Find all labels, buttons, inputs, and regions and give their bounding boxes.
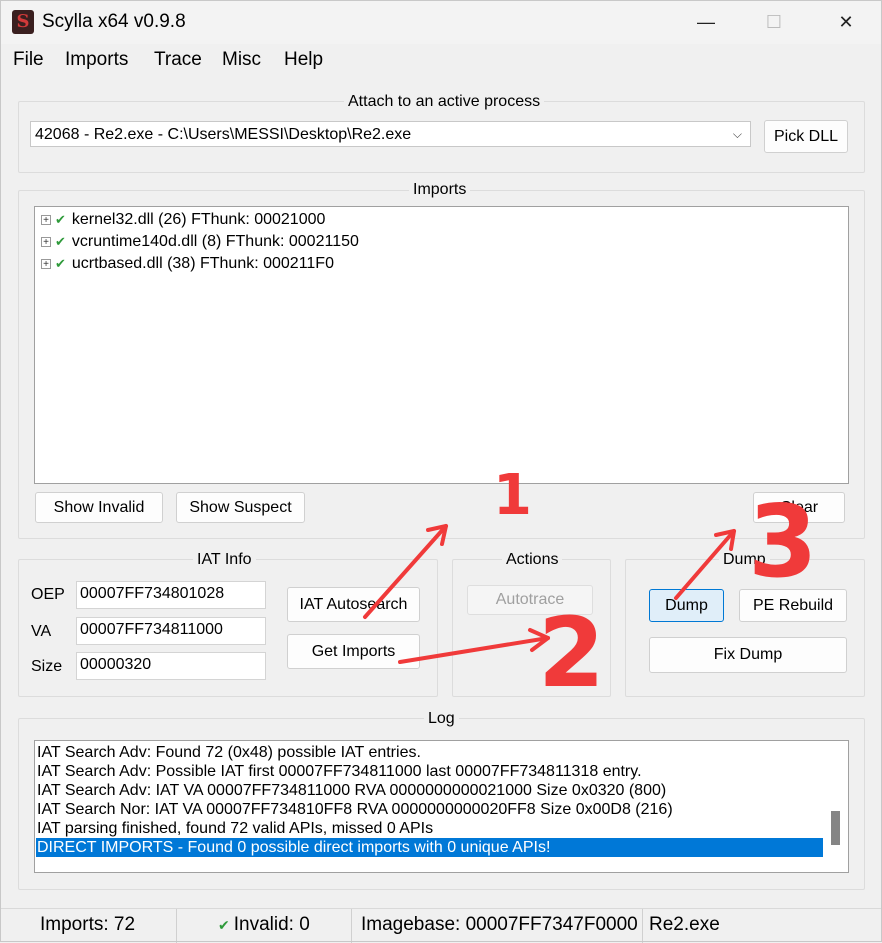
status-separator <box>351 909 352 943</box>
imports-tree[interactable]: + ✔ kernel32.dll (26) FThunk: 00021000 +… <box>34 206 849 484</box>
iat-autosearch-button[interactable]: IAT Autosearch <box>287 587 420 622</box>
expand-plus-icon[interactable]: + <box>41 237 51 248</box>
process-combobox-value: 42068 - Re2.exe - C:\Users\MESSI\Desktop… <box>35 126 412 143</box>
maximize-button[interactable]: ☐ <box>754 8 794 36</box>
valid-check-icon: ✔ <box>55 212 66 227</box>
log-line: IAT Search Adv: Possible IAT first 00007… <box>37 763 642 780</box>
expand-plus-icon[interactable]: + <box>41 215 51 226</box>
menu-file[interactable]: File <box>13 49 44 71</box>
autotrace-button[interactable]: Autotrace <box>467 585 593 615</box>
size-label: Size <box>31 658 63 675</box>
iat-info-group-title: IAT Info <box>193 551 256 569</box>
clear-button[interactable]: Clear <box>753 492 845 523</box>
expand-plus-icon[interactable]: + <box>41 259 51 270</box>
menu-bar: File Imports Trace Misc Help <box>0 44 882 76</box>
status-invalid: ✔ Invalid: 0 <box>218 914 310 936</box>
chevron-down-icon: ⌵ <box>732 127 742 141</box>
log-scrollbar[interactable] <box>824 741 848 872</box>
size-field[interactable]: 00000320 <box>76 652 266 680</box>
fix-dump-button[interactable]: Fix Dump <box>649 637 847 673</box>
log-line-selected[interactable]: DIRECT IMPORTS - Found 0 possible direct… <box>36 838 823 857</box>
status-bar: Imports: 72 ✔ Invalid: 0 Imagebase: 00007… <box>0 908 882 943</box>
dump-group-title: Dump <box>719 551 770 569</box>
show-invalid-button[interactable]: Show Invalid <box>35 492 163 523</box>
title-bar: S Scylla x64 v0.9.8 — ☐ ✕ <box>0 0 882 44</box>
scylla-app-icon: S <box>12 10 34 34</box>
actions-group-title: Actions <box>502 551 563 569</box>
valid-check-icon: ✔ <box>55 234 66 249</box>
minimize-button[interactable]: — <box>686 8 726 36</box>
attach-group-title: Attach to an active process <box>344 93 545 111</box>
log-list[interactable]: IAT Search Adv: Found 72 (0x48) possible… <box>34 740 849 873</box>
close-button[interactable]: ✕ <box>826 8 866 36</box>
tree-item-ucrtbased[interactable]: + ✔ ucrtbased.dll (38) FThunk: 000211F0 <box>41 253 334 275</box>
show-suspect-button[interactable]: Show Suspect <box>176 492 305 523</box>
status-module: Re2.exe <box>649 914 720 935</box>
status-separator <box>176 909 177 943</box>
log-line: IAT Search Nor: IAT VA 00007FF734810FF8 … <box>37 801 673 818</box>
get-imports-button[interactable]: Get Imports <box>287 634 420 669</box>
window-title: Scylla x64 v0.9.8 <box>42 11 186 32</box>
log-line: IAT parsing finished, found 72 valid API… <box>37 820 434 837</box>
tree-item-label: kernel32.dll (26) FThunk: 00021000 <box>71 211 326 228</box>
imports-group-title: Imports <box>409 181 471 199</box>
log-line: IAT Search Adv: Found 72 (0x48) possible… <box>37 744 421 761</box>
tree-item-vcruntime140d[interactable]: + ✔ vcruntime140d.dll (8) FThunk: 000211… <box>41 231 359 253</box>
log-line: IAT Search Adv: IAT VA 00007FF734811000 … <box>37 782 667 799</box>
tree-item-label: ucrtbased.dll (38) FThunk: 000211F0 <box>71 255 334 272</box>
pick-dll-button[interactable]: Pick DLL <box>764 120 848 153</box>
menu-trace[interactable]: Trace <box>154 49 202 71</box>
menu-imports[interactable]: Imports <box>65 49 128 71</box>
status-separator <box>642 909 643 943</box>
menu-misc[interactable]: Misc <box>222 49 261 71</box>
status-imports: Imports: 72 <box>40 914 136 935</box>
status-invalid-text: Invalid: 0 <box>233 914 310 935</box>
dump-button[interactable]: Dump <box>649 589 724 622</box>
dump-group <box>625 559 865 697</box>
actions-group <box>452 559 611 697</box>
va-label: VA <box>31 623 52 640</box>
valid-check-icon: ✔ <box>55 256 66 271</box>
menu-help[interactable]: Help <box>284 49 323 71</box>
tree-item-label: vcruntime140d.dll (8) FThunk: 00021150 <box>71 233 359 250</box>
process-combobox[interactable]: 42068 - Re2.exe - C:\Users\MESSI\Desktop… <box>30 121 751 147</box>
oep-field[interactable]: 00007FF734801028 <box>76 581 266 609</box>
status-imagebase: Imagebase: 00007FF7347F0000 <box>361 914 638 935</box>
oep-label: OEP <box>31 586 65 603</box>
log-scrollbar-thumb[interactable] <box>831 811 840 845</box>
log-group-title: Log <box>424 710 459 728</box>
pe-rebuild-button[interactable]: PE Rebuild <box>739 589 847 622</box>
va-field[interactable]: 00007FF734811000 <box>76 617 266 645</box>
valid-check-icon: ✔ <box>218 917 230 933</box>
tree-item-kernel32[interactable]: + ✔ kernel32.dll (26) FThunk: 00021000 <box>41 209 325 231</box>
